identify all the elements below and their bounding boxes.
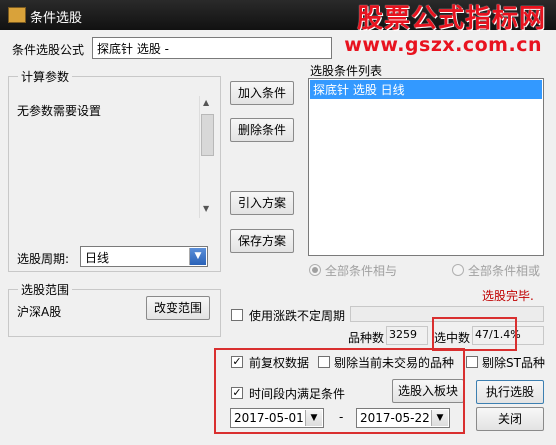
logic-or-radio[interactable] <box>452 264 464 276</box>
params-scrollbar[interactable]: ▲ ▼ <box>199 96 214 218</box>
count-label: 品种数 <box>348 331 385 345</box>
watermark-title: 股票公式指标网 <box>356 4 546 34</box>
formula-label: 条件选股公式 <box>12 43 85 57</box>
formula-select[interactable]: 探底针 选股 - <box>92 37 332 59</box>
options-highlight <box>214 348 465 434</box>
status-text: 选股完毕. <box>482 289 534 303</box>
condition-list[interactable]: 探底针 选股 日线 <box>308 78 544 256</box>
condition-list-label: 选股条件列表 <box>310 64 383 78</box>
scroll-up-icon[interactable]: ▲ <box>203 98 209 107</box>
logic-and-radio[interactable] <box>309 264 321 276</box>
range-value: 沪深A股 <box>17 305 62 319</box>
window-title: 条件选股 <box>30 11 83 26</box>
logic-or-label: 全部条件相或 <box>468 264 541 278</box>
range-legend: 选股范围 <box>18 281 73 298</box>
scroll-thumb[interactable] <box>201 114 214 156</box>
period-select[interactable]: 日线 ▼ <box>80 246 208 267</box>
watermark-url: www.gszx.com.cn <box>344 34 542 56</box>
selected-highlight <box>432 317 517 351</box>
params-legend: 计算参数 <box>18 68 73 85</box>
close-button[interactable]: 关闭 <box>476 407 544 431</box>
delete-condition-button[interactable]: 删除条件 <box>230 118 294 142</box>
period-label: 选股周期: <box>17 252 70 266</box>
scroll-down-icon[interactable]: ▼ <box>203 204 209 213</box>
change-range-button[interactable]: 改变范围 <box>146 296 210 320</box>
condition-list-item[interactable]: 探底针 选股 日线 <box>310 80 542 99</box>
execute-button[interactable]: 执行选股 <box>476 380 544 404</box>
exclude-st-checkbox[interactable] <box>466 356 478 368</box>
period-value: 日线 <box>85 251 110 265</box>
save-plan-button[interactable]: 保存方案 <box>230 229 294 253</box>
chevron-down-icon[interactable]: ▼ <box>189 248 206 265</box>
exclude-st-label: 剔除ST品种 <box>482 356 545 370</box>
import-plan-button[interactable]: 引入方案 <box>230 191 294 215</box>
volatility-label: 使用涨跌不定周期 <box>249 309 346 323</box>
params-text: 无参数需要设置 <box>17 104 102 118</box>
app-icon <box>8 7 26 23</box>
volatility-checkbox[interactable] <box>231 309 243 321</box>
add-condition-button[interactable]: 加入条件 <box>230 81 294 105</box>
logic-and-label: 全部条件相与 <box>325 264 398 278</box>
count-value: 3259 <box>386 326 428 345</box>
